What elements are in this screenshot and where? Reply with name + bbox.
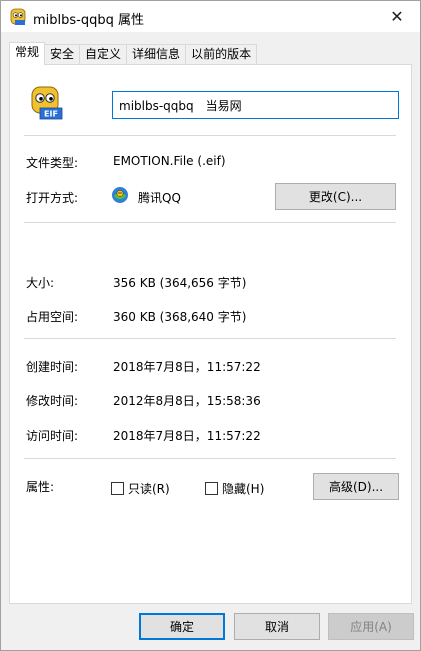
modified-value: 2012年8月8日，15:58:36 (113, 394, 261, 408)
separator (24, 222, 396, 223)
qq-app-icon (112, 187, 128, 203)
accessed-label: 访问时间: (26, 429, 79, 443)
checkbox-box[interactable] (111, 482, 124, 495)
readonly-label: 只读(R) (128, 482, 170, 496)
hidden-label: 隐藏(H) (222, 482, 265, 496)
size-label: 大小: (26, 276, 55, 290)
close-button[interactable]: ✕ (374, 1, 420, 32)
tab-details[interactable]: 详细信息 (126, 44, 187, 65)
file-icon-text: EIF (44, 110, 58, 119)
title-bar[interactable]: miblbs-qqbq 属性 ✕ (1, 1, 420, 32)
tab-general[interactable]: 常规 (9, 42, 46, 65)
modified-label: 修改时间: (26, 394, 79, 408)
cancel-button[interactable]: 取消 (234, 613, 320, 640)
eif-file-icon (10, 8, 26, 25)
disk-size-value: 360 KB (368,640 字节) (113, 310, 247, 324)
tab-previous-versions[interactable]: 以前的版本 (185, 44, 258, 65)
ok-button[interactable]: 确定 (139, 613, 225, 640)
file-name-input[interactable] (112, 91, 399, 119)
close-icon: ✕ (390, 7, 404, 26)
apply-button[interactable]: 应用(A) (328, 613, 414, 640)
created-label: 创建时间: (26, 360, 79, 374)
attributes-label: 属性: (26, 480, 55, 494)
disk-size-label: 占用空间: (26, 310, 79, 324)
accessed-value: 2018年7月8日，11:57:22 (113, 429, 261, 443)
tab-security[interactable]: 安全 (44, 44, 81, 65)
file-type-label: 文件类型: (26, 156, 79, 170)
hidden-checkbox[interactable]: 隐藏(H) (205, 480, 264, 497)
open-with-value: 腾讯QQ (138, 191, 181, 205)
open-with-label: 打开方式: (26, 191, 79, 205)
tab-bar: 常规 安全 自定义 详细信息 以前的版本 (9, 42, 258, 65)
change-button[interactable]: 更改(C)... (275, 183, 396, 210)
window-title: miblbs-qqbq 属性 (33, 13, 144, 28)
separator (24, 338, 396, 339)
file-type-value: EMOTION.File (.eif) (113, 154, 226, 168)
readonly-checkbox[interactable]: 只读(R) (111, 480, 170, 497)
advanced-button[interactable]: 高级(D)... (313, 473, 399, 500)
checkbox-box[interactable] (205, 482, 218, 495)
created-value: 2018年7月8日，11:57:22 (113, 360, 261, 374)
separator (24, 135, 396, 136)
general-panel: EIF 文件类型: EMOTION.File (.eif) 打开方式: 腾讯QQ… (9, 64, 412, 604)
separator (24, 458, 396, 459)
size-value: 356 KB (364,656 字节) (113, 276, 247, 290)
tab-custom[interactable]: 自定义 (79, 44, 128, 65)
eif-file-icon: EIF (31, 86, 63, 120)
properties-dialog: miblbs-qqbq 属性 ✕ 常规 安全 自定义 详细信息 以前的版本 EI… (0, 0, 421, 651)
